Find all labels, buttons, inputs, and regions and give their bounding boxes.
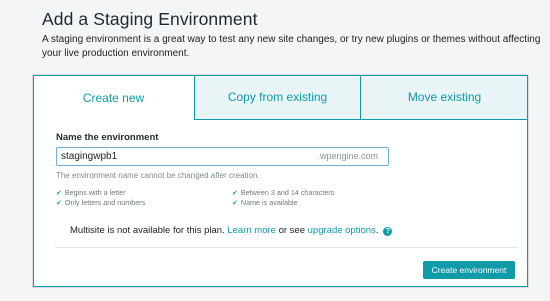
check-icon: ✔ — [232, 189, 238, 197]
check-icon: ✔ — [56, 199, 62, 207]
rule-text: Only letters and numbers — [64, 198, 146, 207]
rule-letters-numbers: ✔ Only letters and numbers — [56, 198, 145, 207]
environment-name-input[interactable] — [57, 148, 307, 165]
period-text: . — [375, 225, 379, 236]
environment-name-field: .wpengine.com — [56, 147, 389, 166]
tab-copy-from-existing[interactable]: Copy from existing — [195, 75, 361, 120]
multisite-text: Multisite is not available for this plan… — [70, 225, 225, 236]
multisite-notice: Multisite is not available for this plan… — [70, 225, 393, 236]
rule-text: Begins with a letter — [64, 188, 126, 197]
page-description: A staging environment is a great way to … — [42, 34, 541, 59]
create-environment-button[interactable]: Create environment — [423, 261, 515, 279]
help-icon[interactable]: ? — [383, 227, 393, 236]
environment-name-label: Name the environment — [56, 132, 159, 143]
tab-move-existing[interactable]: Move existing — [361, 75, 528, 120]
learn-more-link[interactable]: Learn more — [227, 225, 276, 236]
rule-text: Between 3 and 14 characters — [240, 188, 335, 197]
tab-create-new[interactable]: Create new — [33, 75, 195, 120]
validation-rules: ✔ Begins with a letter ✔ Only letters an… — [56, 188, 386, 212]
check-icon: ✔ — [56, 189, 62, 197]
upgrade-options-link[interactable]: upgrade options — [308, 225, 376, 236]
check-icon: ✔ — [232, 199, 238, 207]
rule-length: ✔ Between 3 and 14 characters — [232, 188, 334, 197]
tab-bar: Create new Copy from existing Move exist… — [33, 75, 528, 120]
domain-suffix: .wpengine.com — [317, 151, 378, 161]
rule-begins-with-letter: ✔ Begins with a letter — [56, 188, 126, 197]
name-hint: The environment name cannot be changed a… — [56, 171, 260, 180]
divider — [55, 247, 518, 248]
rule-text: Name is available — [240, 198, 298, 207]
rule-available: ✔ Name is available — [232, 198, 298, 207]
page-title: Add a Staging Environment — [42, 9, 258, 29]
or-see-text: or see — [278, 225, 305, 236]
staging-card: Create new Copy from existing Move exist… — [32, 74, 529, 288]
